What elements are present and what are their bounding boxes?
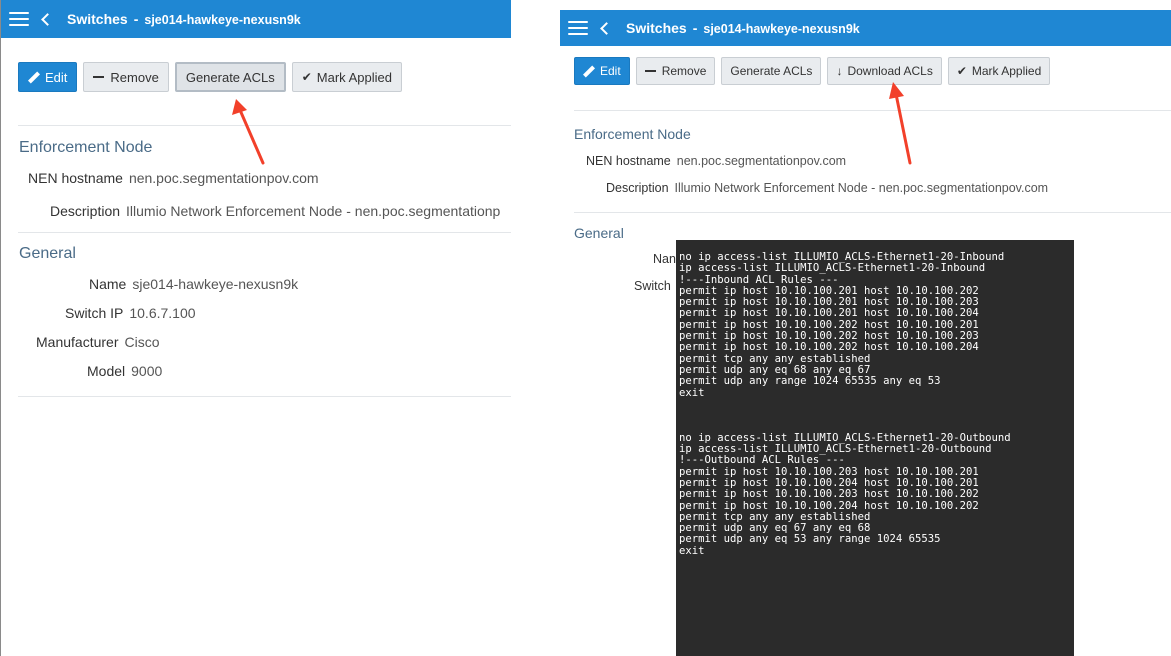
manufacturer-label: Manufacturer	[36, 334, 119, 350]
description-label: Description	[50, 203, 121, 219]
manufacturer-row: Manufacturer Cisco	[36, 334, 160, 350]
hamburger-icon[interactable]	[568, 18, 588, 38]
edit-button-label: Edit	[45, 69, 68, 85]
divider	[574, 110, 1171, 111]
check-icon	[957, 64, 967, 78]
remove-button[interactable]: Remove	[83, 62, 169, 92]
mark-applied-label: Mark Applied	[971, 64, 1042, 78]
mark-applied-label: Mark Applied	[316, 69, 392, 85]
left-toolbar: Edit Remove Generate ACLs Mark Applied	[18, 62, 402, 92]
terminal-line: !---Outbound ACL Rules ---	[679, 454, 845, 467]
generate-acls-label: Generate ACLs	[730, 64, 813, 78]
screenshot-stage: Switches - sje014-hawkeye-nexusn9k Edit Re…	[0, 0, 1171, 656]
description-value: Illumio Network Enforcement Node - nen.p…	[674, 181, 1049, 195]
page-title: Switches - sje014-hawkeye-nexusn9k	[626, 20, 860, 36]
terminal-line: exit	[679, 386, 705, 399]
divider	[18, 125, 511, 126]
nen-hostname-row: NEN hostname nen.poc.segmentationpov.com	[28, 170, 319, 186]
generate-acls-button[interactable]: Generate ACLs	[721, 57, 822, 85]
enforcement-node-heading: Enforcement Node	[574, 126, 691, 142]
divider	[18, 396, 511, 397]
acl-terminal-output: no ip access-list ILLUMIO_ACLS-Ethernet1…	[676, 240, 1074, 656]
model-value: 9000	[131, 363, 163, 379]
mark-applied-button[interactable]: Mark Applied	[947, 57, 1051, 85]
description-row: Description Illumio Network Enforcement N…	[606, 181, 1048, 195]
model-label: Model	[87, 363, 126, 379]
page-title: Switches - sje014-hawkeye-nexusn9k	[67, 11, 301, 27]
hamburger-icon[interactable]	[9, 9, 29, 29]
nen-hostname-label: NEN hostname	[28, 170, 123, 186]
name-row: Name sje014-hawkeye-nexusn9k	[89, 276, 298, 292]
chevron-left-icon[interactable]	[41, 12, 51, 26]
chevron-left-icon[interactable]	[600, 21, 610, 35]
generate-acls-button[interactable]: Generate ACLs	[174, 62, 286, 92]
nen-hostname-value: nen.poc.segmentationpov.com	[128, 170, 319, 186]
nen-hostname-row: NEN hostname nen.poc.segmentationpov.com	[586, 154, 846, 168]
name-value: sje014-hawkeye-nexusn9k	[132, 276, 299, 292]
edit-button-label: Edit	[600, 64, 621, 78]
left-top-bar: Switches - sje014-hawkeye-nexusn9k	[1, 0, 511, 38]
description-row: Description Illumio Network Enforcement N…	[50, 203, 500, 219]
divider	[574, 212, 1171, 213]
general-heading: General	[19, 245, 76, 262]
switch-ip-label: Switch IP	[65, 305, 124, 321]
mark-applied-button[interactable]: Mark Applied	[291, 62, 402, 92]
model-row: Model 9000	[87, 363, 162, 379]
terminal-line: permit ip host 10.10.100.202 host 10.10.…	[679, 341, 979, 354]
page-title-section: Switches	[67, 11, 128, 27]
page-title-item: sje014-hawkeye-nexusn9k	[703, 22, 860, 36]
page-title-section: Switches	[626, 20, 687, 36]
title-separator: -	[692, 20, 698, 36]
check-icon	[302, 70, 312, 84]
description-value: Illumio Network Enforcement Node - nen.p…	[126, 203, 501, 219]
minus-icon	[644, 70, 656, 72]
terminal-line: permit udp any eq 53 any range 1024 6553…	[679, 533, 941, 546]
switch-ip-row-partial: Switch	[634, 279, 671, 293]
name-label: Nan	[653, 252, 676, 266]
remove-button[interactable]: Remove	[635, 57, 716, 85]
pencil-icon	[28, 72, 39, 83]
edit-button[interactable]: Edit	[18, 62, 78, 92]
switch-ip-label: Switch	[634, 279, 671, 293]
minus-icon	[93, 76, 105, 78]
right-top-bar: Switches - sje014-hawkeye-nexusn9k	[560, 10, 1171, 46]
nen-hostname-value: nen.poc.segmentationpov.com	[676, 154, 847, 168]
divider	[18, 232, 511, 233]
remove-button-label: Remove	[110, 69, 159, 85]
edit-button[interactable]: Edit	[574, 57, 630, 85]
nen-hostname-label: NEN hostname	[586, 154, 671, 168]
terminal-line: permit ip host 10.10.100.203 host 10.10.…	[679, 488, 979, 501]
manufacturer-value: Cisco	[124, 334, 160, 350]
download-acls-button[interactable]: Download ACLs	[827, 57, 942, 85]
arrow-down-icon	[836, 64, 842, 78]
terminal-line: exit	[679, 544, 705, 557]
general-heading: General	[574, 225, 624, 241]
right-toolbar: Edit Remove Generate ACLs Download ACLs …	[574, 57, 1051, 85]
generate-acls-label: Generate ACLs	[185, 69, 275, 85]
page-title-item: sje014-hawkeye-nexusn9k	[144, 13, 301, 27]
name-label: Name	[89, 276, 127, 292]
switch-ip-row: Switch IP 10.6.7.100	[65, 305, 196, 321]
switch-ip-value: 10.6.7.100	[129, 305, 196, 321]
title-separator: -	[133, 11, 139, 27]
download-acls-label: Download ACLs	[847, 64, 933, 78]
left-switch-detail-panel: Switches - sje014-hawkeye-nexusn9k Edit Re…	[0, 0, 511, 656]
pencil-icon	[583, 66, 594, 77]
terminal-line: ip access-list ILLUMIO_ACLS-Ethernet1-20…	[679, 262, 986, 275]
remove-button-label: Remove	[661, 64, 707, 78]
terminal-line: permit udp any range 1024 65535 any eq 5…	[679, 375, 941, 388]
description-label: Description	[606, 181, 669, 195]
name-row-partial: Nan	[653, 252, 676, 266]
enforcement-node-heading: Enforcement Node	[19, 139, 153, 156]
